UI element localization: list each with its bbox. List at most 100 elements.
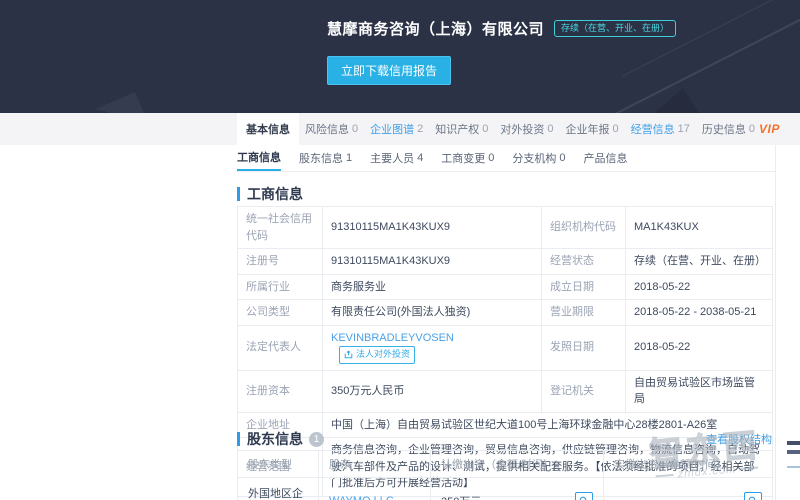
table-row: 公司类型 有限责任公司(外国法人独资) 营业期限 2018-05-22 - 20… xyxy=(238,300,773,326)
info-label: 统一社会信用代码 xyxy=(238,207,323,249)
subtab-count: 1 xyxy=(346,152,352,164)
tab-count: 0 xyxy=(613,123,619,135)
subtab-business-info[interactable]: 工商信息 xyxy=(237,145,281,171)
info-value: 存续（在营、开业、在册） xyxy=(626,249,773,275)
table-row: 注册号 91310115MA1K43KUX9 经营状态 存续（在营、开业、在册） xyxy=(238,249,773,275)
section-accent-bar xyxy=(237,187,240,201)
tab-count: 17 xyxy=(678,123,690,135)
hero-decoration xyxy=(653,85,709,113)
section-accent-bar xyxy=(237,432,240,446)
page-title: 慧摩商务咨询（上海）有限公司 xyxy=(327,18,544,39)
subtab-product-info[interactable]: 产品信息 xyxy=(584,145,628,171)
shareholder-count-badge: 1 xyxy=(309,432,324,447)
subtab-label: 分支机构 xyxy=(512,150,556,166)
company-profile-page: 慧摩商务咨询（上海）有限公司 存续（在营、开业、在册） 立即下载信用报告 基本信… xyxy=(0,0,800,500)
clipped-sidebar-content xyxy=(787,450,800,454)
info-label: 公司类型 xyxy=(238,300,323,326)
table-header-row: 股东类型 股东 认缴出资（金额/时间） 实缴出资（金额/时间） xyxy=(238,451,773,478)
view-equity-structure-link[interactable]: 查看股权结构 xyxy=(706,431,772,447)
legal-representative-link[interactable]: KEVINBRADLEYVOSEN xyxy=(331,332,454,344)
column-header: 实缴出资（金额/时间） xyxy=(604,451,773,478)
hero-decoration xyxy=(96,84,155,113)
tab-basic-info[interactable]: 基本信息 xyxy=(237,113,299,145)
info-label: 成立日期 xyxy=(542,274,626,300)
subtab-shareholder-info[interactable]: 股东信息 1 xyxy=(299,145,352,171)
detail-magnifier-button[interactable] xyxy=(575,492,593,500)
hero-header: 慧摩商务咨询（上海）有限公司 存续（在营、开业、在册） 立即下载信用报告 xyxy=(0,0,800,113)
info-value: MA1K43KUX xyxy=(626,207,773,249)
clipped-sidebar-content xyxy=(787,466,800,468)
subtab-label: 产品信息 xyxy=(584,150,628,166)
table-row: 所属行业 商务服务业 成立日期 2018-05-22 xyxy=(238,274,773,300)
tab-label: 知识产权 xyxy=(435,121,479,137)
download-credit-report-button[interactable]: 立即下载信用报告 xyxy=(327,56,451,85)
subtab-key-personnel[interactable]: 主要人员 4 xyxy=(370,145,423,171)
tab-label: 基本信息 xyxy=(246,121,290,137)
tab-label: 企业年报 xyxy=(566,121,610,137)
column-header: 股东 xyxy=(319,451,431,478)
subscribed-capital-cell: 350万元 xyxy=(431,478,604,500)
clipped-sidebar-content xyxy=(787,441,800,445)
content-right-divider xyxy=(775,145,776,500)
section-title: 工商信息 xyxy=(247,184,303,204)
column-header: 股东类型 xyxy=(238,451,319,478)
info-value: 自由贸易试验区市场监管局 xyxy=(626,370,773,412)
tab-company-graph[interactable]: 企业图谱 2 xyxy=(364,113,429,145)
shareholder-section-header: 股东信息 1 查看股权结构 xyxy=(237,429,772,449)
info-value: 91310115MA1K43KUX9 xyxy=(323,207,542,249)
info-value: 商务服务业 xyxy=(323,274,542,300)
info-value: 2018-05-22 - 2038-05-21 xyxy=(626,300,773,326)
tab-risk-info[interactable]: 风险信息 0 xyxy=(299,113,364,145)
tab-label: 风险信息 xyxy=(305,121,349,137)
shareholder-type-cell: 外国地区企业 xyxy=(238,478,319,500)
external-investment-icon xyxy=(344,350,353,359)
info-label: 登记机关 xyxy=(542,370,626,412)
info-label: 营业期限 xyxy=(542,300,626,326)
subtab-label: 工商信息 xyxy=(237,149,281,165)
table-row: 外国地区企业 WAYMO LLC 350万元 - xyxy=(238,478,773,500)
table-row: 法定代表人 KEVINBRADLEYVOSEN法人对外投资 发照日期 2018-… xyxy=(238,325,773,370)
tab-count: 0 xyxy=(749,123,755,135)
paid-capital-cell: - xyxy=(604,478,773,500)
subtab-business-changes[interactable]: 工商变更 0 xyxy=(441,145,494,171)
subtab-label: 股东信息 xyxy=(299,150,343,166)
subtab-count: 4 xyxy=(417,152,423,164)
info-label: 法定代表人 xyxy=(238,325,323,370)
vip-badge: VIP xyxy=(759,122,780,136)
sub-tab-bar: 工商信息 股东信息 1 主要人员 4 工商变更 0 分支机构 0 产品信息 xyxy=(237,145,775,172)
tab-count: 0 xyxy=(482,123,488,135)
info-value: KEVINBRADLEYVOSEN 法人对外投资 xyxy=(323,325,542,370)
subtab-label: 主要人员 xyxy=(370,150,414,166)
shareholder-link[interactable]: WAYMO LLC xyxy=(329,495,394,500)
legal-person-investment-badge[interactable]: 法人对外投资 xyxy=(339,346,415,364)
status-badge: 存续（在营、开业、在册） xyxy=(554,20,676,38)
business-info-section-header: 工商信息 xyxy=(237,184,772,204)
shareholder-name-cell: WAYMO LLC xyxy=(319,478,431,500)
info-label: 所属行业 xyxy=(238,274,323,300)
paid-capital-value: - xyxy=(614,495,618,500)
subtab-branches[interactable]: 分支机构 0 xyxy=(512,145,565,171)
info-value: 2018-05-22 xyxy=(626,274,773,300)
table-row: 注册资本 350万元人民币 登记机关 自由贸易试验区市场监管局 xyxy=(238,370,773,412)
tab-count: 0 xyxy=(352,123,358,135)
tab-label: 企业图谱 xyxy=(370,121,414,137)
info-label: 注册号 xyxy=(238,249,323,275)
magnifier-icon xyxy=(748,496,758,500)
table-row: 统一社会信用代码 91310115MA1K43KUX9 组织机构代码 MA1K4… xyxy=(238,207,773,249)
tab-count: 2 xyxy=(417,123,423,135)
info-value: 91310115MA1K43KUX9 xyxy=(323,249,542,275)
tab-label: 经营信息 xyxy=(631,121,675,137)
info-label: 经营状态 xyxy=(542,249,626,275)
badge-label: 法人对外投资 xyxy=(356,348,410,362)
info-value: 350万元人民币 xyxy=(323,370,542,412)
tab-operation-info[interactable]: 经营信息 17 xyxy=(625,113,696,145)
tab-intellectual-property[interactable]: 知识产权 0 xyxy=(429,113,494,145)
main-tab-bar: 基本信息 风险信息 0 企业图谱 2 知识产权 0 对外投资 0 企业年报 0 … xyxy=(0,113,800,145)
info-label: 注册资本 xyxy=(238,370,323,412)
tab-outbound-investment[interactable]: 对外投资 0 xyxy=(494,113,559,145)
detail-magnifier-button[interactable] xyxy=(744,492,762,500)
tab-history-info[interactable]: 历史信息 0 VIP xyxy=(696,113,786,145)
subtab-count: 0 xyxy=(488,152,494,164)
tab-annual-report[interactable]: 企业年报 0 xyxy=(560,113,625,145)
tab-label: 对外投资 xyxy=(500,121,544,137)
